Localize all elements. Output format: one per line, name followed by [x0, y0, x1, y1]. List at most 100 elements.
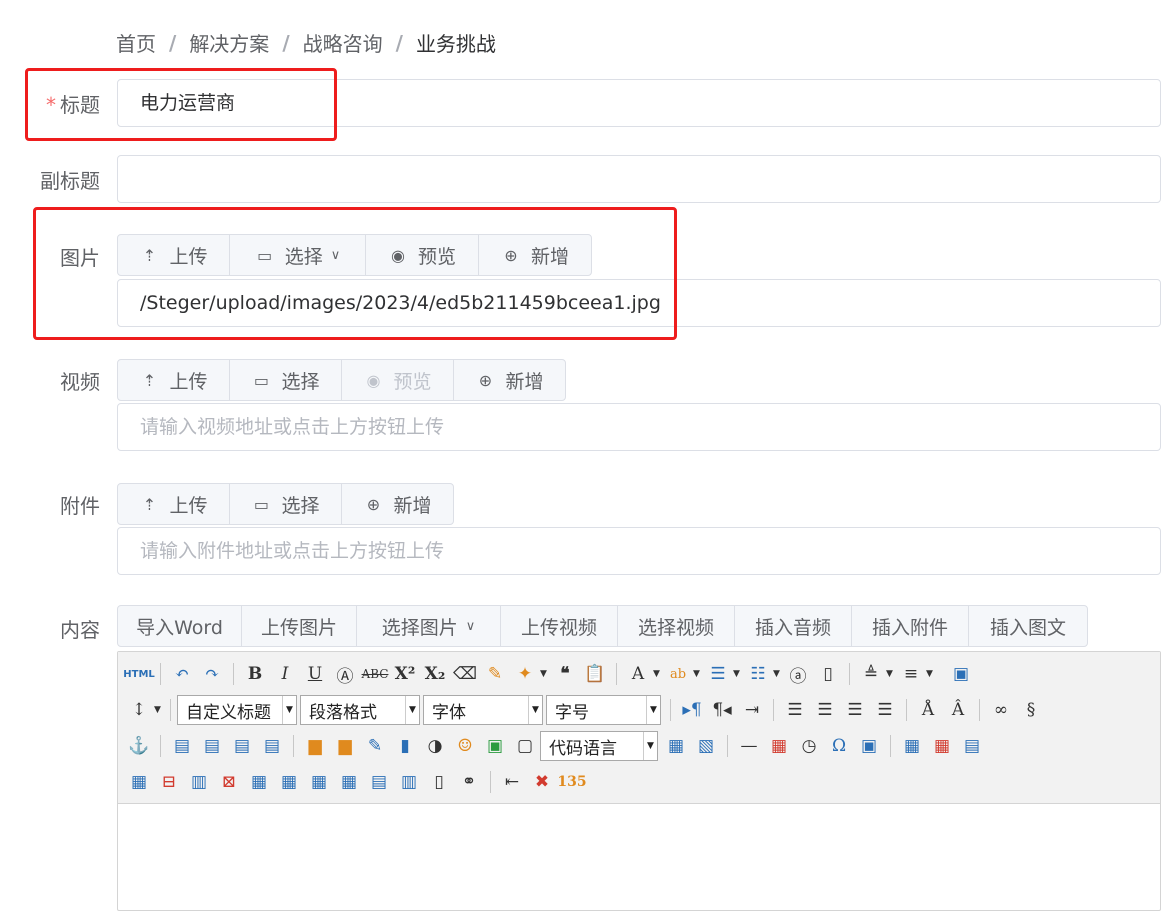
template-icon[interactable]: ▦ — [661, 732, 691, 760]
chevron-down-icon[interactable]: ▼ — [693, 669, 703, 679]
strikethrough-icon[interactable]: ABC — [360, 660, 390, 688]
upload-image-button[interactable]: 上传图片 — [241, 605, 357, 647]
lowercase-icon[interactable]: Â — [943, 696, 973, 724]
unordered-list-icon[interactable]: ☷ — [743, 660, 773, 688]
attachment-url-input[interactable]: 请输入附件地址或点击上方按钮上传 — [117, 527, 1161, 575]
special-chars-icon[interactable]: Ω — [824, 732, 854, 760]
editor-content-area[interactable] — [118, 804, 1160, 908]
insert-paragraph-before-table-icon[interactable]: ▤ — [957, 732, 987, 760]
merge-right-icon[interactable]: ▦ — [274, 768, 304, 796]
chevron-down-icon[interactable]: ▼ — [886, 669, 896, 679]
font-border-icon[interactable]: Ⓐ — [330, 660, 360, 688]
merge-cells-icon[interactable]: ▦ — [244, 768, 274, 796]
breadcrumb-home[interactable]: 首页 — [116, 28, 156, 57]
attachment-icon[interactable]: ✎ — [360, 732, 390, 760]
font-size-select[interactable]: 字号 ▼ — [546, 695, 661, 725]
align-justify-icon[interactable]: ☰ — [870, 696, 900, 724]
underline-icon[interactable]: U — [300, 660, 330, 688]
chevron-down-icon[interactable]: ▼ — [653, 669, 663, 679]
html-source-button[interactable]: HTML — [123, 660, 155, 688]
chevron-down-icon[interactable]: ▼ — [733, 669, 743, 679]
attachment-select-button[interactable]: ▭ 选择 — [229, 483, 342, 525]
emotion-icon[interactable]: ☺ — [450, 732, 480, 760]
time-icon[interactable]: ◷ — [794, 732, 824, 760]
merge-down-icon[interactable]: ▦ — [304, 768, 334, 796]
code-language-select[interactable]: 代码语言 ▼ — [540, 731, 658, 761]
delete-table-icon[interactable]: ▦ — [927, 732, 957, 760]
custom-heading-select[interactable]: 自定义标题 ▼ — [177, 695, 297, 725]
delete-col-icon[interactable]: ⊠ — [214, 768, 244, 796]
chevron-down-icon[interactable]: ▼ — [926, 669, 936, 679]
font-color-icon[interactable]: A — [623, 660, 653, 688]
video-url-input[interactable]: 请输入视频地址或点击上方按钮上传 — [117, 403, 1161, 451]
video-add-button[interactable]: ⊕ 新增 — [453, 359, 566, 401]
date-icon[interactable]: ▦ — [764, 732, 794, 760]
insert-video-icon[interactable]: ▮ — [390, 732, 420, 760]
align-left-icon[interactable]: ☰ — [780, 696, 810, 724]
scrawl-icon[interactable]: ▣ — [480, 732, 510, 760]
paragraph-format-select[interactable]: 段落格式 ▼ — [300, 695, 420, 725]
highlight-color-icon[interactable]: ab — [663, 660, 693, 688]
select-video-button[interactable]: 选择视频 — [617, 605, 735, 647]
image-center-icon[interactable]: ▤ — [257, 732, 287, 760]
ltr-direction-icon[interactable]: ▸¶ — [677, 696, 707, 724]
italic-icon[interactable]: I — [270, 660, 300, 688]
delete-row-icon[interactable]: ⊟ — [154, 768, 184, 796]
chevron-down-icon[interactable]: ▼ — [154, 705, 164, 715]
chevron-down-icon[interactable]: ▼ — [540, 669, 550, 679]
ordered-list-icon[interactable]: ☰ — [703, 660, 733, 688]
clear-doc-icon[interactable]: ▯ — [813, 660, 843, 688]
i135-editor-icon[interactable]: 135 — [557, 768, 587, 796]
breadcrumb-solutions[interactable]: 解决方案 — [189, 28, 269, 57]
import-word-button[interactable]: 导入Word — [117, 605, 242, 647]
uppercase-icon[interactable]: Å — [913, 696, 943, 724]
row-spacing-bottom-icon[interactable]: ≡ — [896, 660, 926, 688]
select-all-icon[interactable]: ⓐ — [783, 660, 813, 688]
eraser-icon[interactable]: ⌫ — [450, 660, 480, 688]
redo-icon[interactable]: ↷ — [197, 660, 227, 688]
upload-video-button[interactable]: 上传视频 — [500, 605, 618, 647]
insert-table-icon[interactable]: ▦ — [897, 732, 927, 760]
bold-icon[interactable]: B — [240, 660, 270, 688]
split-to-rows-icon[interactable]: ▤ — [364, 768, 394, 796]
video-upload-button[interactable]: ⇡ 上传 — [117, 359, 230, 401]
select-image-button[interactable]: 选择图片 ∨ — [356, 605, 501, 647]
rtl-direction-icon[interactable]: ¶◂ — [707, 696, 737, 724]
subtitle-input[interactable] — [117, 155, 1161, 203]
auto-format-icon[interactable]: ✦ — [510, 660, 540, 688]
unlink-icon[interactable]: § — [1016, 696, 1046, 724]
undo-icon[interactable]: ↶ — [167, 660, 197, 688]
paste-text-icon[interactable]: 📋 — [580, 660, 610, 688]
simple-upload-icon[interactable]: ▆ — [300, 732, 330, 760]
preview-icon[interactable]: ▣ — [946, 660, 976, 688]
insert-graphic-button[interactable]: 插入图文 — [968, 605, 1088, 647]
search-replace-icon[interactable]: ⚭ — [454, 768, 484, 796]
subscript-icon[interactable]: X₂ — [420, 660, 450, 688]
auto-typeset-icon[interactable]: ⇤ — [497, 768, 527, 796]
word-image-icon[interactable]: ▣ — [854, 732, 884, 760]
indent-icon[interactable]: ⇥ — [737, 696, 767, 724]
split-to-cells-icon[interactable]: ▦ — [334, 768, 364, 796]
image-float-left-icon[interactable]: ▤ — [197, 732, 227, 760]
horizontal-rule-icon[interactable]: — — [734, 732, 764, 760]
image-float-none-icon[interactable]: ▤ — [167, 732, 197, 760]
insert-image-icon[interactable]: ▆ — [330, 732, 360, 760]
format-brush-icon[interactable]: ✎ — [480, 660, 510, 688]
image-float-right-icon[interactable]: ▤ — [227, 732, 257, 760]
video-select-button[interactable]: ▭ 选择 — [229, 359, 342, 401]
print-icon[interactable]: ▯ — [424, 768, 454, 796]
background-icon[interactable]: ▧ — [691, 732, 721, 760]
attachment-upload-button[interactable]: ⇡ 上传 — [117, 483, 230, 525]
insert-audio-button[interactable]: 插入音频 — [734, 605, 852, 647]
line-height-icon[interactable]: ↕ — [124, 696, 154, 724]
drafts-icon[interactable]: ✖ — [527, 768, 557, 796]
align-right-icon[interactable]: ☰ — [840, 696, 870, 724]
insert-frame-icon[interactable]: ▢ — [510, 732, 540, 760]
font-family-select[interactable]: 字体 ▼ — [423, 695, 543, 725]
split-to-cols-icon[interactable]: ▥ — [394, 768, 424, 796]
insert-col-icon[interactable]: ▥ — [184, 768, 214, 796]
superscript-icon[interactable]: X² — [390, 660, 420, 688]
link-icon[interactable]: ∞ — [986, 696, 1016, 724]
attachment-add-button[interactable]: ⊕ 新增 — [341, 483, 454, 525]
video-preview-button[interactable]: ◉ 预览 — [341, 359, 454, 401]
